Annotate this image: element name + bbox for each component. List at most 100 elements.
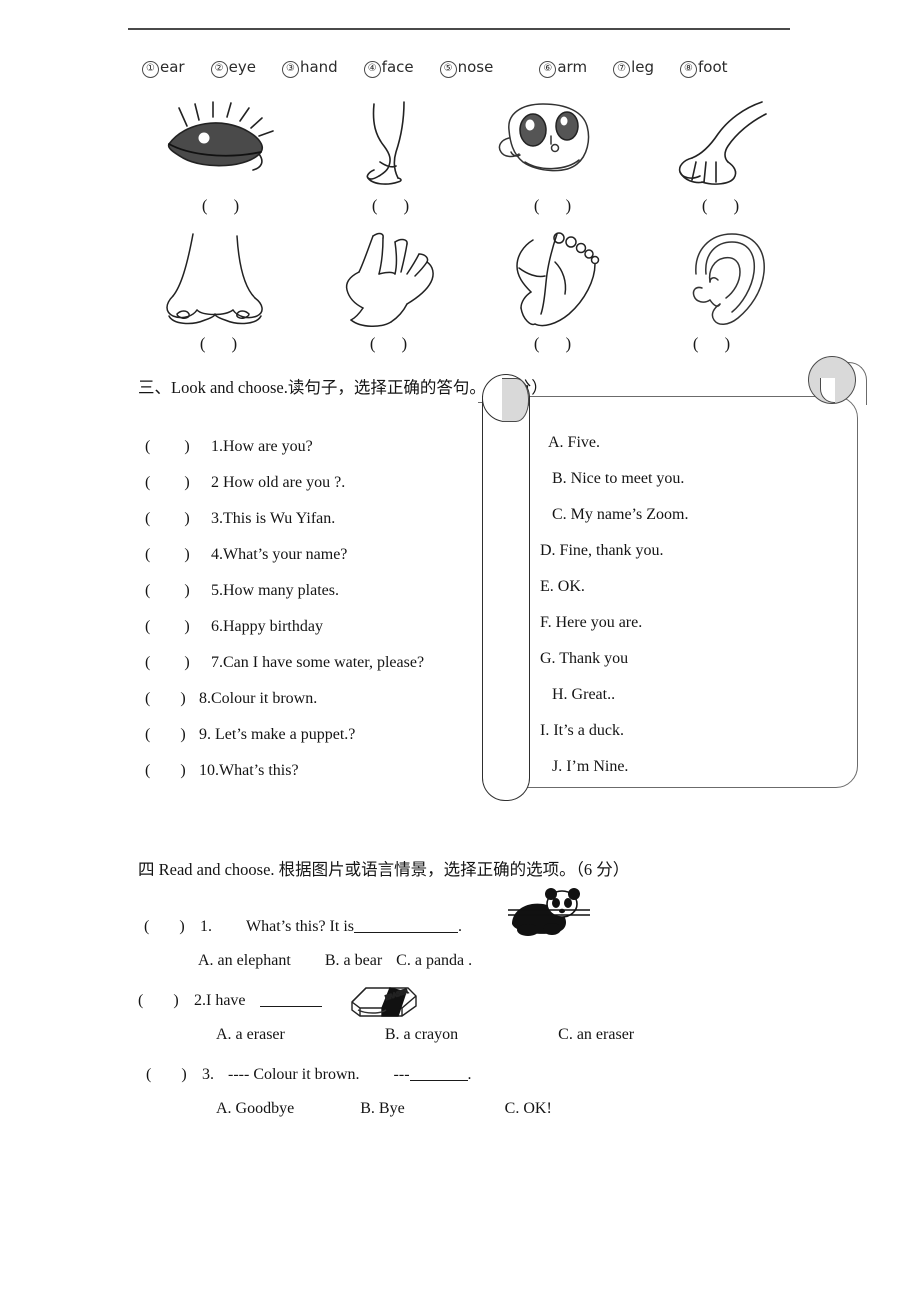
answer-blank[interactable]: (): [136, 334, 301, 354]
word-bank-label: face: [381, 58, 414, 76]
question-text: 8.Colour it brown.: [199, 690, 318, 707]
answer-option[interactable]: I. It’s a duck.: [540, 722, 830, 758]
item-number: 1.: [200, 918, 212, 935]
scroll-roll-left-icon: [482, 396, 530, 801]
word-bank-number-icon: ⑧: [680, 61, 697, 78]
word-bank-item-2: ② eye: [210, 58, 256, 78]
answer-blank[interactable]: (): [145, 582, 211, 600]
option-a[interactable]: A. Goodbye: [216, 1100, 294, 1117]
option-c[interactable]: C. an eraser: [558, 1026, 634, 1043]
word-bank: ① ear ② eye ③ hand ④ face ⑤ nose ⑥ arm ⑦ leg ⑧ foot: [142, 58, 802, 78]
answer-blank[interactable]: (): [470, 196, 635, 216]
word-bank-item-5: ⑤ nose: [439, 58, 493, 78]
word-bank-number-icon: ②: [210, 61, 228, 78]
answer-blank[interactable]: (): [145, 762, 199, 780]
item-stem: What’s this? It is: [246, 918, 354, 935]
word-bank-number-icon: ①: [142, 61, 159, 78]
answer-blank[interactable]: (): [145, 726, 199, 744]
section-4-item-2-options: A. a eraser B. a crayon C. an eraser: [216, 1026, 818, 1044]
word-bank-item-1: ① ear: [142, 58, 185, 78]
answer-blank[interactable]: (): [145, 690, 199, 708]
option-c[interactable]: C. a panda .: [396, 952, 472, 969]
picture-cell-hand: (): [306, 226, 471, 362]
question-row: () 10.What’s this?: [145, 762, 485, 798]
answer-blank[interactable]: (): [638, 196, 803, 216]
answer-option[interactable]: F. Here you are.: [540, 614, 830, 650]
answer-blank[interactable]: (): [306, 334, 471, 354]
option-c[interactable]: C. OK!: [505, 1100, 552, 1117]
word-bank-label: arm: [557, 58, 588, 76]
question-row: () 5.How many plates.: [145, 582, 485, 618]
panda-drawing-icon: [506, 884, 592, 941]
answer-option[interactable]: J. I’m Nine.: [540, 758, 830, 794]
page-top-rule: [128, 28, 790, 30]
picture-cell-leg: (): [308, 96, 473, 226]
item-stem: ---- Colour it brown.: [228, 1066, 360, 1083]
question-row: () 6.Happy birthday: [145, 618, 485, 654]
answer-blank[interactable]: (): [145, 474, 211, 492]
question-row: () 3.This is Wu Yifan.: [145, 510, 485, 546]
answer-blank[interactable]: (): [144, 918, 200, 936]
face-drawing-icon: [470, 96, 635, 196]
word-bank-item-7: ⑦ leg: [613, 58, 654, 78]
option-b[interactable]: B. Bye: [360, 1100, 404, 1117]
answer-blank[interactable]: (): [138, 992, 194, 1010]
answer-blank[interactable]: (): [638, 334, 803, 354]
question-text: 6.Happy birthday: [211, 618, 323, 635]
question-text: 10.What’s this?: [199, 762, 299, 779]
answer-blank[interactable]: (): [145, 654, 211, 672]
section-3-question-list: () 1.How are you? () 2 How old are you ?. …: [145, 438, 485, 798]
ear-drawing-icon: [638, 226, 803, 334]
leg-drawing-icon: [308, 96, 473, 196]
answer-blank[interactable]: (): [470, 334, 635, 354]
answer-option[interactable]: E. OK.: [540, 578, 830, 614]
answer-blank[interactable]: (): [145, 618, 211, 636]
section-4-heading: 四 Read and choose. 根据图片或语言情景，选择正确的选项。（6 …: [138, 860, 630, 879]
section-4-item-2: () 2.I have ERASER: [138, 987, 818, 1017]
answer-option[interactable]: C. My name’s Zoom.: [540, 506, 830, 542]
question-row: () 9. Let’s make a puppet.?: [145, 726, 485, 762]
item-stem-dash: ---: [393, 1066, 410, 1083]
answer-option[interactable]: D. Fine, thank you.: [540, 542, 830, 578]
eye-drawing-icon: [138, 96, 303, 196]
answer-option[interactable]: A. Five.: [540, 434, 830, 470]
answer-blank[interactable]: (): [308, 196, 473, 216]
word-bank-label: foot: [698, 58, 728, 76]
word-bank-label: leg: [631, 58, 654, 76]
word-bank-number-icon: ⑤: [439, 61, 457, 78]
word-bank-item-3: ③ hand: [281, 58, 338, 78]
word-bank-item-8: ⑧ foot: [680, 58, 728, 78]
word-bank-label: eye: [228, 58, 256, 76]
word-bank-number-icon: ⑦: [613, 61, 631, 78]
picture-cell-face: (): [470, 96, 635, 226]
answer-option[interactable]: H. Great..: [540, 686, 830, 722]
answer-blank[interactable]: (): [145, 510, 211, 528]
eraser-drawing-icon: ERASER: [346, 976, 424, 1025]
picture-matching-grid: () () () () () () () (): [138, 96, 798, 362]
question-row: () 8.Colour it brown.: [145, 690, 485, 726]
option-a[interactable]: A. a eraser: [216, 1026, 285, 1043]
answer-option[interactable]: B. Nice to meet you.: [540, 470, 830, 506]
hand-drawing-icon: [306, 226, 471, 334]
foot-drawing-icon: [470, 226, 635, 334]
word-bank-label: ear: [160, 58, 185, 76]
option-b[interactable]: B. a bear: [325, 952, 382, 969]
question-text: 1.How are you?: [211, 438, 313, 455]
picture-row: () () () (): [138, 226, 798, 362]
option-a[interactable]: A. an elephant: [198, 952, 291, 969]
question-row: () 7.Can I have some water, please?: [145, 654, 485, 690]
question-text: 4.What’s your name?: [211, 546, 348, 563]
answer-blank[interactable]: (): [138, 196, 303, 216]
arm-drawing-icon: [638, 96, 803, 196]
picture-cell-nose: (): [136, 226, 301, 362]
answer-blank[interactable]: (): [146, 1066, 202, 1084]
option-b[interactable]: B. a crayon: [385, 1026, 458, 1043]
section-4-item-3-options: A. Goodbye B. Bye C. OK!: [216, 1100, 818, 1118]
answer-option[interactable]: G. Thank you: [540, 650, 830, 686]
section-3-answer-options: A. Five. B. Nice to meet you. C. My name…: [540, 434, 830, 794]
answer-blank[interactable]: (): [145, 438, 211, 456]
nose-drawing-icon: [136, 226, 301, 334]
word-bank-number-icon: ④: [363, 61, 381, 78]
answer-blank[interactable]: (): [145, 546, 211, 564]
section-4-body: () 1. What’s this? It is. A. an elephant…: [138, 888, 818, 1118]
